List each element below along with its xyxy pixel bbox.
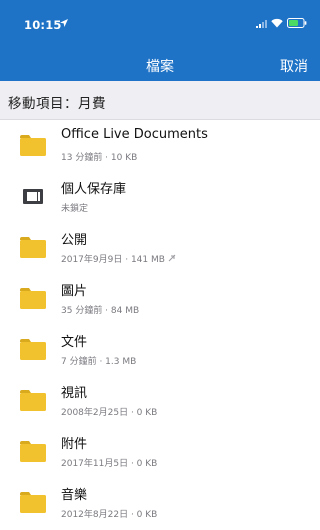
list-item[interactable]: 圖片 35 分鐘前 · 84 MB bbox=[0, 273, 320, 324]
list-item[interactable]: 視訊 2008年2月25日 · 0 KB bbox=[0, 375, 320, 426]
status-bar: 10:15 bbox=[0, 0, 320, 44]
item-name: 圖片 bbox=[61, 284, 88, 299]
item-name: 公開 bbox=[61, 233, 88, 248]
battery-icon bbox=[287, 18, 307, 28]
top-bar: 10:15 檔案 取消 bbox=[0, 0, 320, 81]
list-item[interactable]: 文件 7 分鐘前 · 1.3 MB bbox=[0, 324, 320, 375]
nav-title: 檔案 bbox=[146, 59, 174, 75]
folder-icon bbox=[20, 441, 46, 462]
cellular-signal-icon bbox=[256, 20, 267, 28]
item-meta: 未鎖定 bbox=[61, 204, 89, 214]
folder-icon bbox=[20, 390, 46, 411]
item-meta: 7 分鐘前 · 1.3 MB bbox=[61, 357, 137, 367]
wifi-icon bbox=[271, 18, 283, 28]
list-item[interactable]: 附件 2017年11月5日 · 0 KB bbox=[0, 426, 320, 477]
item-name: 附件 bbox=[61, 437, 88, 452]
list-item[interactable]: 個人保存庫 未鎖定 bbox=[0, 171, 320, 222]
move-item-label: 移動項目：月費 bbox=[8, 96, 106, 112]
item-meta: 35 分鐘前 · 84 MB bbox=[61, 306, 140, 316]
location-arrow-icon bbox=[60, 19, 68, 27]
item-meta: 2017年11月5日 · 0 KB bbox=[61, 459, 158, 469]
item-name: Office Live Documents bbox=[61, 127, 208, 142]
list-item[interactable]: Office Live Documents 13 分鐘前 · 10 KB bbox=[0, 120, 320, 171]
item-name: 音樂 bbox=[61, 488, 88, 503]
item-meta: 2012年8月22日 · 0 KB bbox=[61, 510, 158, 520]
item-meta: 13 分鐘前 · 10 KB bbox=[61, 153, 138, 163]
item-meta: 2017年9月9日 · 141 MB bbox=[61, 252, 176, 265]
folder-icon bbox=[20, 339, 46, 360]
list-item[interactable]: 音樂 2012年8月22日 · 0 KB bbox=[0, 477, 320, 528]
item-meta: 2008年2月25日 · 0 KB bbox=[61, 408, 158, 418]
status-time: 10:15 bbox=[24, 18, 62, 32]
move-destination-bar: 移動項目：月費 bbox=[0, 81, 320, 120]
vault-icon bbox=[23, 189, 43, 204]
item-name: 文件 bbox=[61, 335, 88, 350]
folder-icon bbox=[20, 237, 46, 258]
folder-icon bbox=[20, 135, 46, 156]
folder-icon bbox=[20, 492, 46, 513]
cancel-button[interactable]: 取消 bbox=[280, 56, 308, 76]
list-item[interactable]: 公開 2017年9月9日 · 141 MB bbox=[0, 222, 320, 273]
item-meta-text: 2017年9月9日 · 141 MB bbox=[61, 255, 165, 265]
shared-link-icon bbox=[168, 254, 176, 262]
folder-icon bbox=[20, 288, 46, 309]
item-name: 個人保存庫 bbox=[61, 182, 127, 197]
folder-list: Office Live Documents 13 分鐘前 · 10 KB 個人保… bbox=[0, 120, 320, 528]
item-name: 視訊 bbox=[61, 386, 88, 401]
